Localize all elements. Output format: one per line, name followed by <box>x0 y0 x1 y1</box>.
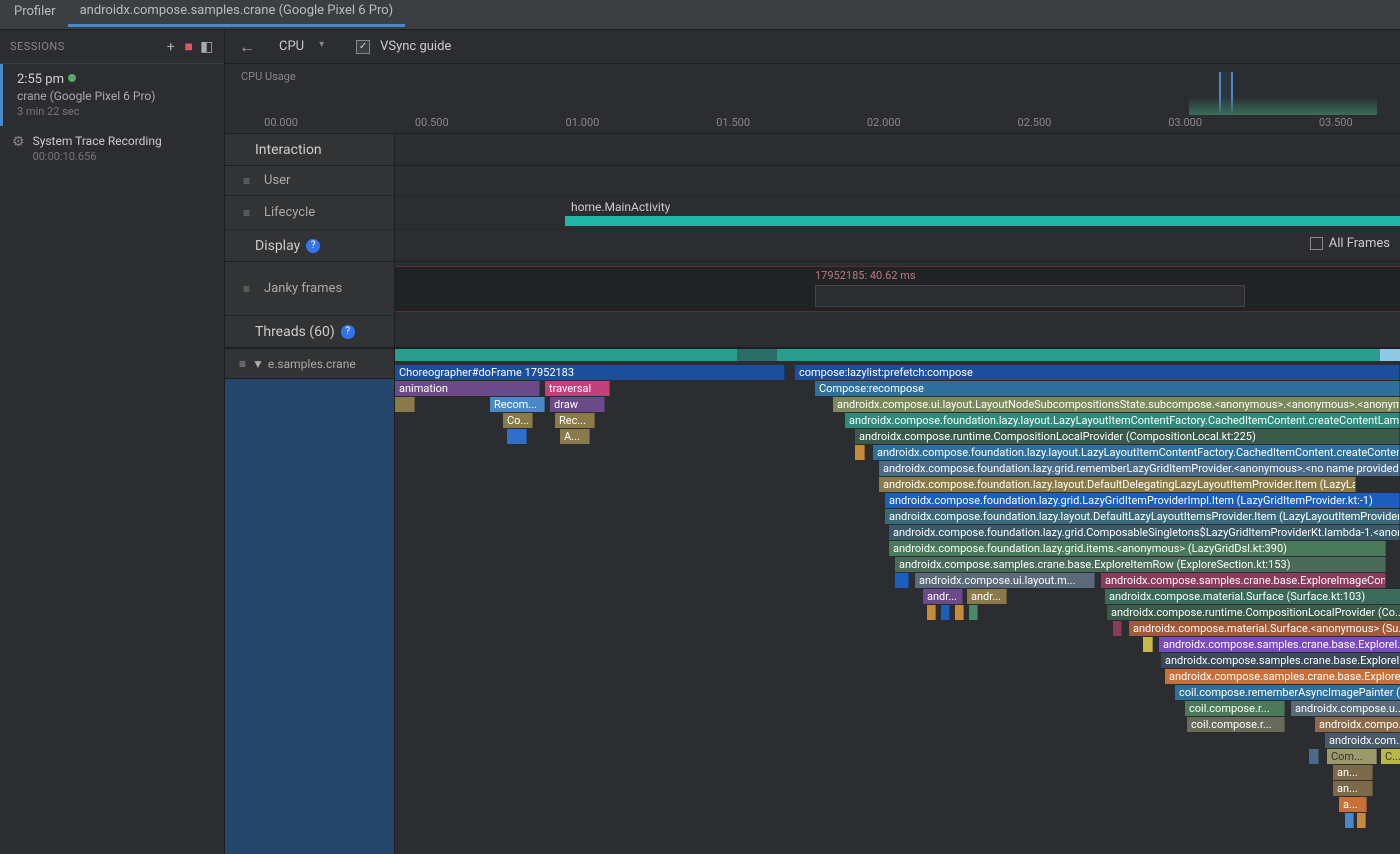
flame-bar[interactable] <box>855 445 865 460</box>
flame-bar[interactable]: A... <box>560 429 590 444</box>
app-tab[interactable]: androidx.compose.samples.crane (Google P… <box>68 3 406 27</box>
flame-bar[interactable] <box>941 605 950 620</box>
sessions-panel: SESSIONS + ■ ◧ 2:55 pm crane (Google Pix… <box>0 30 225 854</box>
flame-bar[interactable]: androidx.compose.samples.crane.base.Expl… <box>1165 669 1400 684</box>
cpu-usage-panel[interactable]: CPU Usage 00.000 00.500 01.000 01.500 02… <box>225 64 1400 134</box>
help-icon[interactable]: ? <box>341 325 355 339</box>
hamburger-icon: ≡ <box>239 357 246 371</box>
flame-bar[interactable]: an... <box>1333 765 1373 780</box>
flame-bar[interactable]: androidx.compose.samples.crane.base.Expl… <box>1161 653 1400 668</box>
flame-bar[interactable] <box>969 605 978 620</box>
stop-record-icon[interactable]: ■ <box>180 38 198 55</box>
help-icon[interactable]: ? <box>306 239 320 253</box>
recording-item[interactable]: ⚙ System Trace Recording 00:00:10.656 <box>0 126 224 171</box>
hamburger-icon: ≡ <box>243 206 250 220</box>
all-frames-toggle[interactable]: All Frames <box>1310 236 1390 251</box>
vsync-label: VSync guide <box>380 39 451 54</box>
flame-bar[interactable] <box>395 397 415 412</box>
interaction-header[interactable]: Interaction <box>225 134 395 166</box>
janky-frame-box[interactable] <box>815 285 1245 307</box>
activity-bar[interactable] <box>565 216 1400 226</box>
flame-bar[interactable]: androidx.compose.foundation.lazy.layout.… <box>873 445 1400 460</box>
flame-bar[interactable]: C... <box>1381 749 1400 764</box>
flame-bar[interactable]: Co... <box>503 413 533 428</box>
content-toolbar: ← CPU ✓ VSync guide <box>225 30 1400 64</box>
flame-bar[interactable]: androidx.compose.ui.layout.m... <box>915 573 1095 588</box>
flame-bar[interactable] <box>955 605 964 620</box>
flame-bar[interactable]: androidx.compose.runtime.CompositionLoca… <box>1107 605 1400 620</box>
hamburger-icon: ≡ <box>243 282 250 296</box>
flame-bar[interactable]: androidx.compose.foundation.lazy.layout.… <box>885 509 1400 524</box>
hamburger-icon: ≡ <box>243 174 250 188</box>
activity-label: home.MainActivity <box>565 198 676 216</box>
flame-bar[interactable]: androidx.compose.ui.layout.LayoutNodeSub… <box>833 397 1400 412</box>
gear-icon: ⚙ <box>12 134 25 163</box>
session-item[interactable]: 2:55 pm crane (Google Pixel 6 Pro) 3 min… <box>0 64 224 126</box>
flame-bar[interactable] <box>1357 813 1366 828</box>
flame-bar[interactable]: androidx.compose.samples.crane.base.Expl… <box>1101 573 1386 588</box>
flame-bar[interactable] <box>507 429 527 444</box>
flame-bar[interactable]: androidx.compose.samples.crane.base.Expl… <box>895 557 1386 572</box>
vsync-checkbox[interactable]: ✓ <box>356 40 370 54</box>
flame-bar[interactable]: androidx.compose.foundation.lazy.grid.re… <box>879 461 1400 476</box>
flame-bar[interactable]: androidx.compose.runtime.CompositionLoca… <box>855 429 1400 444</box>
thread-item[interactable]: ≡▼e.samples.crane <box>225 349 394 379</box>
flame-bar[interactable]: traversal <box>545 381 610 396</box>
flame-bar[interactable]: Rec... <box>555 413 595 428</box>
cpu-usage-label: CPU Usage <box>241 70 296 83</box>
flame-bar[interactable]: draw <box>550 397 605 412</box>
flame-bar[interactable]: andr... <box>923 589 963 604</box>
flame-bar[interactable]: androidx.compose.u... <box>1291 701 1400 716</box>
status-dot-icon <box>68 74 76 82</box>
user-row[interactable]: ≡User <box>225 166 394 196</box>
flame-bar[interactable]: androidx.compose.foundation.lazy.layout.… <box>879 477 1356 492</box>
sessions-layout-icon[interactable]: ◧ <box>198 39 216 55</box>
flame-bar[interactable]: androidx.compose.foundation.lazy.grid.La… <box>885 493 1400 508</box>
flame-bar[interactable] <box>1345 813 1354 828</box>
flame-bar[interactable] <box>895 573 909 588</box>
flame-bar[interactable]: androidx.compose.foundation.lazy.grid.Co… <box>889 525 1400 540</box>
flame-bar[interactable] <box>1309 749 1319 764</box>
flame-bar[interactable]: an... <box>1333 781 1373 796</box>
display-header[interactable]: Display? <box>225 230 395 262</box>
flame-bar[interactable]: andr... <box>967 589 1007 604</box>
flame-bar[interactable]: androidx.compose.material.Surface.<anony… <box>1129 621 1400 636</box>
lifecycle-row[interactable]: ≡Lifecycle <box>225 196 394 230</box>
flame-bar[interactable]: coil.compose.r... <box>1187 717 1285 732</box>
flame-bar[interactable]: androidx.compose.samples.crane.base.Expl… <box>1159 637 1400 652</box>
thread-list: ≡▼e.samples.crane <box>225 349 395 854</box>
profiler-tab[interactable]: Profiler <box>10 4 68 25</box>
flame-bar[interactable]: compose:lazylist:prefetch:compose <box>795 365 1400 380</box>
flame-bar[interactable]: Recom... <box>490 397 545 412</box>
time-ruler: 00.000 00.500 01.000 01.500 02.000 02.50… <box>241 109 1400 129</box>
cpu-dropdown[interactable]: CPU <box>269 39 332 54</box>
title-bar: Profiler androidx.compose.samples.crane … <box>0 0 1400 30</box>
flame-bar[interactable]: androidx.com... <box>1325 733 1400 748</box>
flame-bar[interactable] <box>927 605 936 620</box>
flame-bar[interactable]: androidx.compose.material.Surface (Surfa… <box>1105 589 1400 604</box>
flame-bar[interactable]: animation <box>395 381 540 396</box>
flame-bar[interactable]: coil.compose.rememberAsyncImagePainter (… <box>1175 685 1400 700</box>
janky-row[interactable]: ≡Janky frames <box>225 262 394 316</box>
flame-bar[interactable]: Choreographer#doFrame 17952183 <box>395 365 785 380</box>
flame-bar[interactable] <box>1113 621 1122 636</box>
flame-bar[interactable]: androidx.compose.foundation.lazy.layout.… <box>845 413 1400 428</box>
threads-header[interactable]: Threads (60)? <box>225 316 395 348</box>
janky-frame-label: 17952185: 40.62 ms <box>815 269 916 282</box>
add-session-icon[interactable]: + <box>162 39 180 55</box>
flame-bar[interactable]: androidx.compose.foundation.lazy.grid.it… <box>889 541 1386 556</box>
sessions-label: SESSIONS <box>10 40 65 53</box>
flame-bar[interactable]: coil.compose.r... <box>1185 701 1285 716</box>
flame-bar[interactable]: Compose:recompose <box>815 381 1400 396</box>
flame-bar[interactable]: a... <box>1339 797 1367 812</box>
flame-bar[interactable]: androidx.compo... <box>1315 717 1400 732</box>
back-icon[interactable]: ← <box>235 37 259 57</box>
flame-bar[interactable]: Com... <box>1327 749 1377 764</box>
flame-bar[interactable] <box>1143 637 1153 652</box>
flame-chart[interactable]: Choreographer#doFrame 17952183 compose:l… <box>395 349 1400 854</box>
